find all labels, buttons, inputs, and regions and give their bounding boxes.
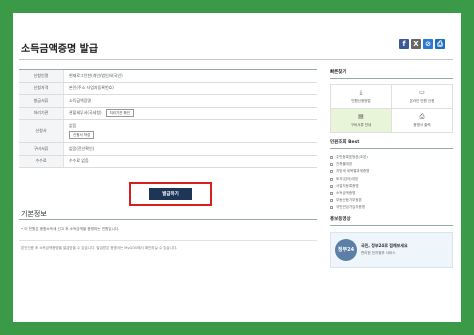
- list-item-label: 주민등록표등본(초본): [336, 155, 368, 159]
- basic-info-bullet: • 이 민원은 종합소득세 신고 후 소득금액을 증명하는 민원입니다.: [21, 227, 120, 231]
- form-label: 구비서류: [19, 143, 64, 155]
- list-item-label: 사업자등록증명: [336, 183, 359, 188]
- form-label: 발급서류: [19, 95, 64, 107]
- form-label: 신청서: [19, 120, 64, 142]
- form-value: 수수료 없음: [69, 158, 89, 164]
- form-row-fee: 수수료 수수료 없음: [19, 155, 317, 168]
- checkbox-icon: [330, 206, 333, 210]
- basic-info-title: 기본정보: [21, 210, 47, 218]
- quick-item-label: 민원신청방법: [351, 98, 371, 103]
- sidebar: 빠른찾기 ⤓ 민원신청방법 ▭ 온라인 민원 신청 ▤ 구비서류 안내 ⎙ 증명…: [330, 69, 453, 268]
- checkbox-icon: [330, 184, 333, 188]
- list-item[interactable]: 주민등록표등본(초본): [330, 154, 453, 161]
- link-icon[interactable]: ⊘: [423, 39, 433, 49]
- list-item[interactable]: 소득금액증명: [330, 190, 453, 197]
- check-office-button[interactable]: 처리기관 확인: [105, 109, 134, 118]
- write-application-button[interactable]: 신청서 작성: [69, 131, 95, 139]
- checkbox-icon: [330, 199, 333, 203]
- list-item-label: 국민연금가입자증명: [336, 205, 365, 210]
- form-value: 현재로그인한(개인/법인/외국인): [69, 72, 123, 78]
- promo-subtext: 편리한 전자정부 서비스: [361, 251, 396, 255]
- promo-headline: 국민, 정부24로 접해보세요: [361, 243, 408, 248]
- form-label: 신청자격: [19, 82, 64, 94]
- apply-button[interactable]: 발급하기: [149, 188, 192, 200]
- checkbox-icon: [330, 156, 333, 160]
- list-item[interactable]: 토지(임야)대장: [330, 176, 453, 183]
- document-icon: ▤: [358, 112, 364, 120]
- form-label: 수수료: [19, 155, 64, 167]
- promo-video-banner[interactable]: 정부24 국민, 정부24로 접해보세요 편리한 전자정부 서비스: [330, 231, 453, 268]
- share-toolbar: f X ⊘ ⎙: [399, 39, 445, 49]
- print-icon[interactable]: ⎙: [435, 39, 445, 49]
- quick-item-documents[interactable]: ▤ 구비서류 안내: [331, 109, 392, 133]
- quick-item-online-apply[interactable]: ▭ 온라인 민원 신청: [392, 85, 453, 109]
- form-row-eligibility: 신청자격 본인(주소 사업자등록번호): [19, 82, 317, 95]
- quick-item-apply-method[interactable]: ⤓ 민원신청방법: [331, 85, 392, 109]
- print-icon: ⎙: [419, 112, 425, 120]
- promo-logo: 정부24: [335, 238, 357, 261]
- quick-item-print[interactable]: ⎙ 증명서 출력: [392, 109, 453, 133]
- form-value: 관할세무서(국세청): [69, 110, 102, 116]
- title-divider: [19, 59, 453, 60]
- page-title: 소득금액증명 발급: [21, 44, 99, 55]
- list-item-label: 건축물대장: [336, 162, 353, 167]
- facebook-icon[interactable]: f: [399, 39, 409, 49]
- quick-item-label: 온라인 민원 신청: [409, 98, 435, 103]
- promo-text: 국민, 정부24로 접해보세요 편리한 전자정부 서비스: [361, 243, 408, 256]
- form-row-application: 신청서 없음 신청서 작성: [19, 120, 317, 143]
- quick-item-label: 증명서 출력: [413, 122, 431, 127]
- best-list-title: 민원조회 Best: [330, 139, 453, 149]
- form-label: 처리기관: [19, 107, 64, 119]
- list-item[interactable]: 건축물대장: [330, 161, 453, 168]
- checkbox-icon: [330, 163, 333, 167]
- apply-highlight: 발급하기: [129, 182, 212, 206]
- form-value: 본인(주소 사업자등록번호): [69, 85, 114, 91]
- basic-info-note: 본인인증 후 소득금액증명을 발급받을 수 있습니다. 발급받은 증명서는 My…: [21, 246, 178, 250]
- list-item-label: 소득금액증명: [336, 190, 356, 195]
- quick-item-label: 구비서류 안내: [350, 122, 372, 127]
- form-row-applicant: 신청인명 현재로그인한(개인/법인/외국인): [19, 70, 317, 83]
- x-share-icon[interactable]: X: [411, 39, 421, 49]
- application-form: 신청인명 현재로그인한(개인/법인/외국인) 신청자격 본인(주소 사업자등록번…: [19, 69, 317, 168]
- promo-title: 홍보동영상: [330, 216, 453, 226]
- form-row-office: 처리기관 관할세무서(국세청) 처리기관 확인: [19, 107, 317, 120]
- form-row-attachments: 구비서류 없음(전산확인): [19, 143, 317, 156]
- list-item[interactable]: 사업자등록증명: [330, 183, 453, 190]
- list-item[interactable]: 국민연금가입자증명: [330, 204, 453, 211]
- download-icon: ⤓: [359, 88, 363, 96]
- basic-info-divider: [19, 240, 317, 241]
- form-value: 소득금액증명: [69, 97, 92, 103]
- form-value: 없음(전산확인): [69, 145, 95, 151]
- checkbox-icon: [330, 192, 333, 196]
- checkbox-icon: [330, 177, 333, 181]
- list-item-label: 부동산등기부등본: [336, 198, 362, 203]
- monitor-icon: ▭: [419, 88, 425, 96]
- list-item[interactable]: 부동산등기부등본: [330, 197, 453, 204]
- form-value: 없음: [69, 123, 77, 128]
- form-label: 신청인명: [19, 70, 64, 82]
- form-row-document: 발급서류 소득금액증명: [19, 95, 317, 108]
- form-value-wrap: 없음 신청서 작성: [64, 120, 317, 142]
- basic-info-divider: [19, 219, 317, 220]
- best-list: 주민등록표등본(초본) 건축물대장 지방세 세목별과세증명 토지(임야)대장 사…: [330, 154, 453, 212]
- list-item[interactable]: 지방세 세목별과세증명: [330, 168, 453, 175]
- quick-find-grid: ⤓ 민원신청방법 ▭ 온라인 민원 신청 ▤ 구비서류 안내 ⎙ 증명서 출력: [330, 84, 453, 133]
- checkbox-icon: [330, 170, 333, 174]
- list-item-label: 토지(임야)대장: [336, 176, 359, 181]
- quick-find-title: 빠른찾기: [330, 69, 453, 79]
- form-value-wrap: 관할세무서(국세청) 처리기관 확인: [64, 108, 317, 120]
- list-item-label: 지방세 세목별과세증명: [336, 169, 370, 174]
